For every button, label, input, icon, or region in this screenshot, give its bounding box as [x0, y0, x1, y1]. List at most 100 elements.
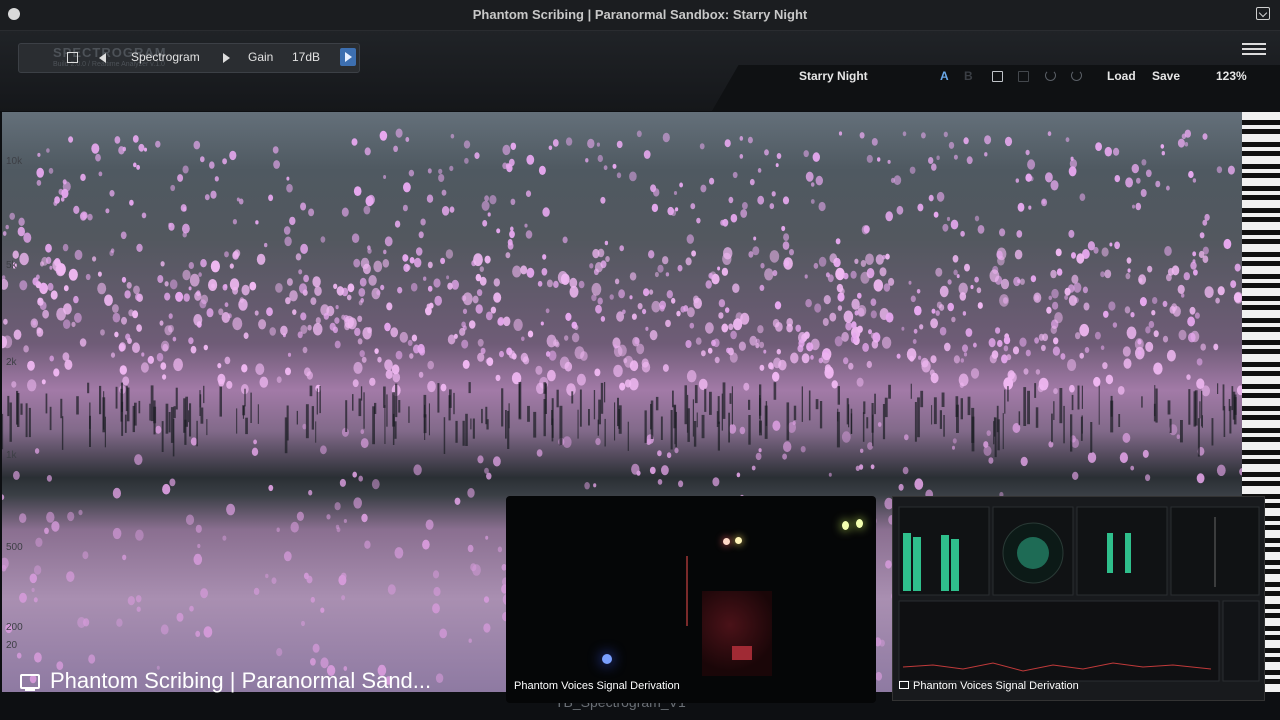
menu-icon[interactable]: [1242, 43, 1266, 58]
fullscreen-icon[interactable]: [1256, 7, 1270, 20]
spectro-speck: [208, 279, 218, 291]
spectro-speck: [931, 308, 936, 314]
spectro-speck: [46, 148, 50, 153]
spectro-speck: [1136, 177, 1141, 184]
next-mode-arrow-icon[interactable]: [223, 53, 230, 63]
spectro-speck: [960, 358, 964, 363]
spectro-speck: [873, 279, 884, 292]
spectro-speck: [665, 272, 670, 277]
spectro-speck: [204, 194, 210, 201]
spectro-speck: [798, 339, 805, 348]
spectro-speck: [860, 448, 864, 453]
spectro-dark-streak: [1081, 415, 1083, 434]
spectro-dark-streak: [617, 397, 619, 427]
spectro-speck: [885, 560, 892, 569]
spectro-speck: [177, 174, 184, 182]
spectro-speck: [132, 342, 140, 353]
spectro-speck: [597, 297, 603, 305]
save-button[interactable]: Save: [1152, 69, 1180, 83]
spectro-speck: [359, 350, 365, 358]
spectro-speck: [160, 362, 167, 370]
spectro-speck: [253, 587, 260, 595]
spectro-speck: [952, 445, 955, 450]
spectro-dark-streak: [443, 417, 446, 454]
monitor-icon: [899, 681, 909, 689]
spectro-speck: [206, 308, 214, 318]
spectro-speck: [68, 268, 78, 281]
spectro-dark-streak: [670, 410, 673, 450]
spectro-speck: [232, 317, 243, 331]
prev-mode-arrow-icon[interactable]: [99, 53, 106, 63]
crop-icon[interactable]: [67, 52, 78, 63]
spectro-dark-streak: [559, 405, 563, 446]
load-button[interactable]: Load: [1107, 69, 1136, 83]
spectro-speck: [135, 595, 142, 603]
spectro-speck: [357, 315, 363, 322]
spectro-speck: [60, 197, 65, 202]
spectro-speck: [176, 612, 184, 622]
spectro-speck: [841, 431, 851, 443]
spectro-speck: [334, 502, 341, 511]
preset-name[interactable]: Starry Night: [799, 69, 868, 83]
title-bar: Phantom Scribing | Paranormal Sandbox: S…: [0, 0, 1280, 31]
spectro-speck: [728, 323, 734, 331]
spectro-speck: [1084, 347, 1090, 353]
spectro-speck: [775, 163, 779, 168]
spectro-dark-streak: [7, 395, 10, 417]
spectro-dark-streak: [153, 406, 157, 424]
spectro-speck: [988, 457, 994, 464]
spectro-speck: [435, 673, 444, 683]
spectro-speck: [759, 284, 765, 291]
slot-a-button[interactable]: A: [940, 69, 949, 83]
spectro-speck: [1148, 320, 1155, 329]
indicator-light: [602, 654, 612, 664]
paste-icon[interactable]: [1018, 71, 1029, 82]
spectro-speck: [280, 325, 288, 336]
spectro-speck: [600, 196, 606, 204]
spectro-speck: [301, 620, 305, 627]
play-button[interactable]: [340, 48, 356, 66]
spectro-speck: [36, 167, 44, 178]
spectro-dark-streak: [501, 388, 504, 427]
spectro-speck: [303, 274, 309, 283]
spectro-speck: [135, 529, 144, 541]
spectro-dark-streak: [257, 404, 259, 424]
spectro-speck: [82, 551, 89, 560]
spectro-speck: [477, 455, 484, 464]
undo-icon[interactable]: [1045, 70, 1056, 81]
spectro-dark-streak: [527, 405, 530, 422]
spectro-speck: [901, 326, 905, 331]
spectro-speck: [686, 234, 694, 244]
slot-b-button[interactable]: B: [964, 69, 973, 83]
spectro-speck: [438, 168, 443, 175]
spectro-speck: [499, 350, 504, 358]
camera-window[interactable]: Phantom Voices Signal Derivation: [506, 496, 876, 703]
spectro-speck: [857, 305, 867, 317]
spectro-speck: [914, 305, 922, 316]
spectro-speck: [440, 383, 447, 392]
redo-icon[interactable]: [1071, 70, 1082, 81]
spectro-speck: [1177, 138, 1185, 148]
spectro-speck: [382, 259, 390, 268]
spectro-speck: [320, 607, 325, 613]
spectro-speck: [493, 292, 502, 303]
meter-graphics: [898, 506, 1260, 682]
spectro-speck: [363, 205, 371, 215]
meter-window[interactable]: Phantom Voices Signal Derivation: [892, 496, 1265, 701]
copy-icon[interactable]: [992, 71, 1003, 82]
spectro-speck: [742, 202, 748, 210]
spectro-speck: [526, 154, 535, 165]
zoom-level[interactable]: 123%: [1216, 69, 1247, 83]
mode-selector[interactable]: Spectrogram: [131, 50, 200, 64]
spectro-speck: [781, 225, 786, 232]
spectro-speck: [636, 130, 642, 138]
spectro-speck: [73, 295, 79, 304]
spectro-speck: [1200, 343, 1206, 351]
gain-value[interactable]: 17dB: [292, 50, 320, 64]
spectro-speck: [362, 327, 372, 340]
spectro-speck: [298, 269, 303, 275]
window-title: Phantom Scribing | Paranormal Sandbox: S…: [472, 7, 808, 22]
spectro-speck: [5, 224, 9, 230]
spectro-speck: [42, 309, 49, 319]
spectro-dark-streak: [914, 402, 917, 442]
